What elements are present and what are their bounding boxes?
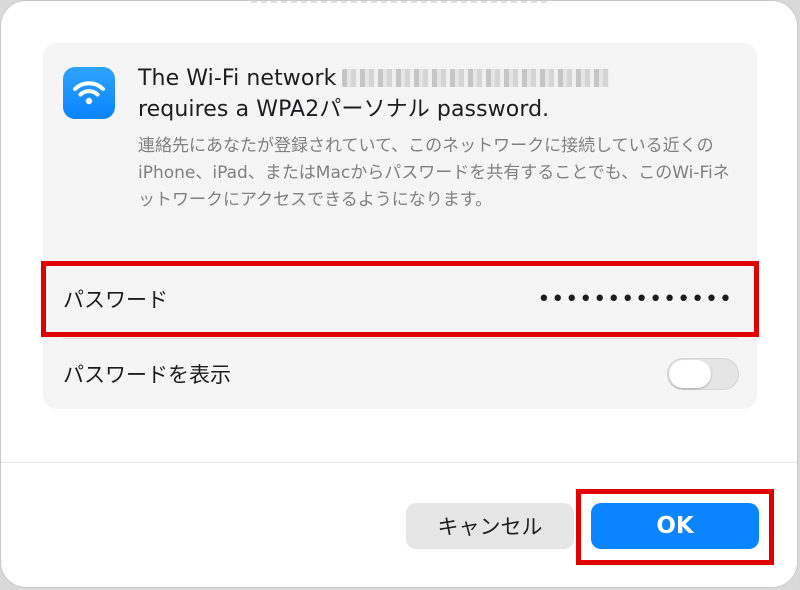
show-password-toggle[interactable] bbox=[667, 358, 739, 390]
password-label: パスワード bbox=[63, 288, 168, 312]
window-top-edge bbox=[251, 1, 551, 3]
dialog-title: The Wi-Fi network requires a WPA2パーソナル p… bbox=[138, 63, 738, 125]
dialog-description: 連絡先にあなたが登録されていて、このネットワークに接続している近くのiPhone… bbox=[138, 136, 730, 210]
ok-button[interactable]: OK bbox=[591, 503, 759, 549]
footer-divider bbox=[1, 462, 797, 463]
wifi-icon bbox=[63, 67, 115, 119]
row-divider bbox=[63, 338, 739, 339]
show-password-row: パスワードを表示 bbox=[43, 341, 757, 407]
toggle-knob bbox=[669, 360, 711, 388]
show-password-label: パスワードを表示 bbox=[63, 363, 231, 387]
cancel-button[interactable]: キャンセル bbox=[406, 503, 574, 549]
password-field[interactable]: パスワード •••••••••••••• bbox=[43, 263, 757, 335]
network-name-redacted bbox=[342, 69, 611, 87]
wifi-password-dialog: The Wi-Fi network requires a WPA2パーソナル p… bbox=[0, 0, 798, 588]
password-input[interactable]: •••••••••••••• bbox=[537, 287, 733, 312]
dialog-title-prefix: The Wi-Fi network bbox=[138, 66, 337, 91]
dialog-title-suffix: requires a WPA2パーソナル password. bbox=[138, 97, 550, 122]
